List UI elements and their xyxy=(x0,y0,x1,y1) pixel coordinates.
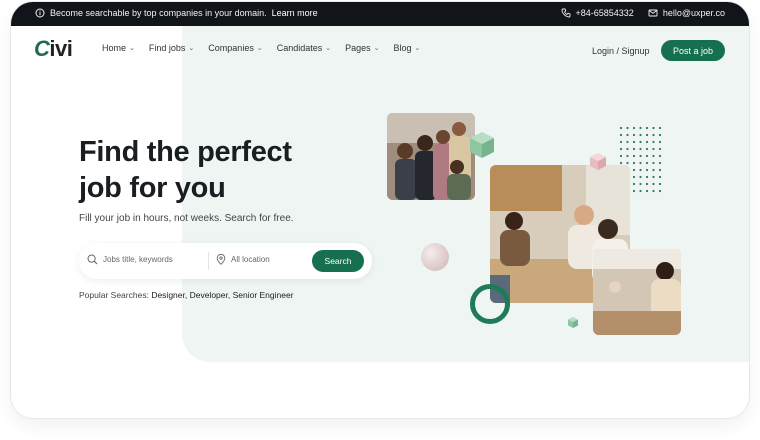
search-divider xyxy=(208,252,209,270)
announcement: Become searchable by top companies in yo… xyxy=(35,8,318,18)
civi-logo[interactable]: Civi xyxy=(34,36,73,62)
phone-number: +84-65854332 xyxy=(575,8,634,18)
nav-item-find-jobs[interactable]: Find jobs ⌄ xyxy=(149,43,194,53)
location-pin-icon xyxy=(216,254,226,265)
location-field[interactable]: All location xyxy=(216,254,270,265)
keywords-placeholder: Jobs title, keywords xyxy=(103,255,173,264)
green-cube xyxy=(470,132,494,158)
nav-item-label: Companies xyxy=(208,43,254,53)
nav-menu: Home ⌄ Find jobs ⌄ Companies ⌄ Candidates ⌄ … xyxy=(102,43,420,53)
phone-icon xyxy=(561,8,570,18)
nav-item-label: Home xyxy=(102,43,127,53)
hero-title-line-2: job for you xyxy=(79,172,226,204)
hero-subtitle: Fill your job in hours, not weeks. Searc… xyxy=(79,213,294,224)
nav-item-home[interactable]: Home ⌄ xyxy=(102,43,135,53)
chevron-down-icon: ⌄ xyxy=(325,45,332,52)
info-icon xyxy=(35,8,45,18)
search-button[interactable]: Search xyxy=(312,250,364,272)
browser-frame: Become searchable by top companies in yo… xyxy=(11,2,749,418)
announcement-text: Become searchable by top companies in yo… xyxy=(50,8,267,18)
learn-more-link[interactable]: Learn more xyxy=(272,8,318,18)
nav-item-label: Pages xyxy=(345,43,371,53)
chevron-down-icon: ⌄ xyxy=(129,45,135,52)
email-contact[interactable]: hello@uxper.co xyxy=(648,8,725,18)
small-green-cube xyxy=(568,317,578,328)
nav-item-companies[interactable]: Companies ⌄ xyxy=(208,43,262,53)
phone-contact[interactable]: +84-65854332 xyxy=(561,8,634,18)
popular-searches-label: Popular Searches: xyxy=(79,290,149,300)
nav-item-pages[interactable]: Pages ⌄ xyxy=(345,43,379,53)
chevron-down-icon: ⌄ xyxy=(256,45,263,52)
nav-item-label: Candidates xyxy=(276,43,323,53)
post-job-button[interactable]: Post a job xyxy=(661,40,725,61)
login-signup-link[interactable]: Login / Signup xyxy=(592,46,650,56)
popular-search-tags[interactable]: Designer, Developer, Senior Engineer xyxy=(151,290,293,300)
decorative-sphere xyxy=(421,243,449,271)
pink-cube xyxy=(590,153,606,170)
decorative-ring xyxy=(470,284,510,324)
nav-item-label: Find jobs xyxy=(148,43,186,53)
job-search-bar: Jobs title, keywords All location Search xyxy=(79,243,372,279)
announcement-bar: Become searchable by top companies in yo… xyxy=(11,2,749,26)
hero-title: Find the perfect job for you xyxy=(79,134,339,206)
nav-item-candidates[interactable]: Candidates ⌄ xyxy=(277,43,331,53)
hero-title-line-1: Find the perfect xyxy=(79,136,292,168)
chevron-down-icon: ⌄ xyxy=(373,45,380,52)
main-navigation: Civi Home ⌄ Find jobs ⌄ Companies ⌄ Candida… xyxy=(11,26,749,72)
keywords-field[interactable]: Jobs title, keywords xyxy=(87,254,173,265)
colleagues-photo-image xyxy=(593,249,681,335)
chevron-down-icon: ⌄ xyxy=(188,45,195,52)
popular-searches: Popular Searches: Designer, Developer, S… xyxy=(79,290,294,300)
mail-icon xyxy=(648,9,658,17)
chevron-down-icon: ⌄ xyxy=(414,45,421,52)
location-placeholder: All location xyxy=(231,255,270,264)
nav-item-blog[interactable]: Blog ⌄ xyxy=(394,43,421,53)
team-photo-image xyxy=(387,113,475,200)
nav-item-label: Blog xyxy=(393,43,412,53)
search-icon xyxy=(87,254,98,265)
email-address: hello@uxper.co xyxy=(662,8,725,18)
